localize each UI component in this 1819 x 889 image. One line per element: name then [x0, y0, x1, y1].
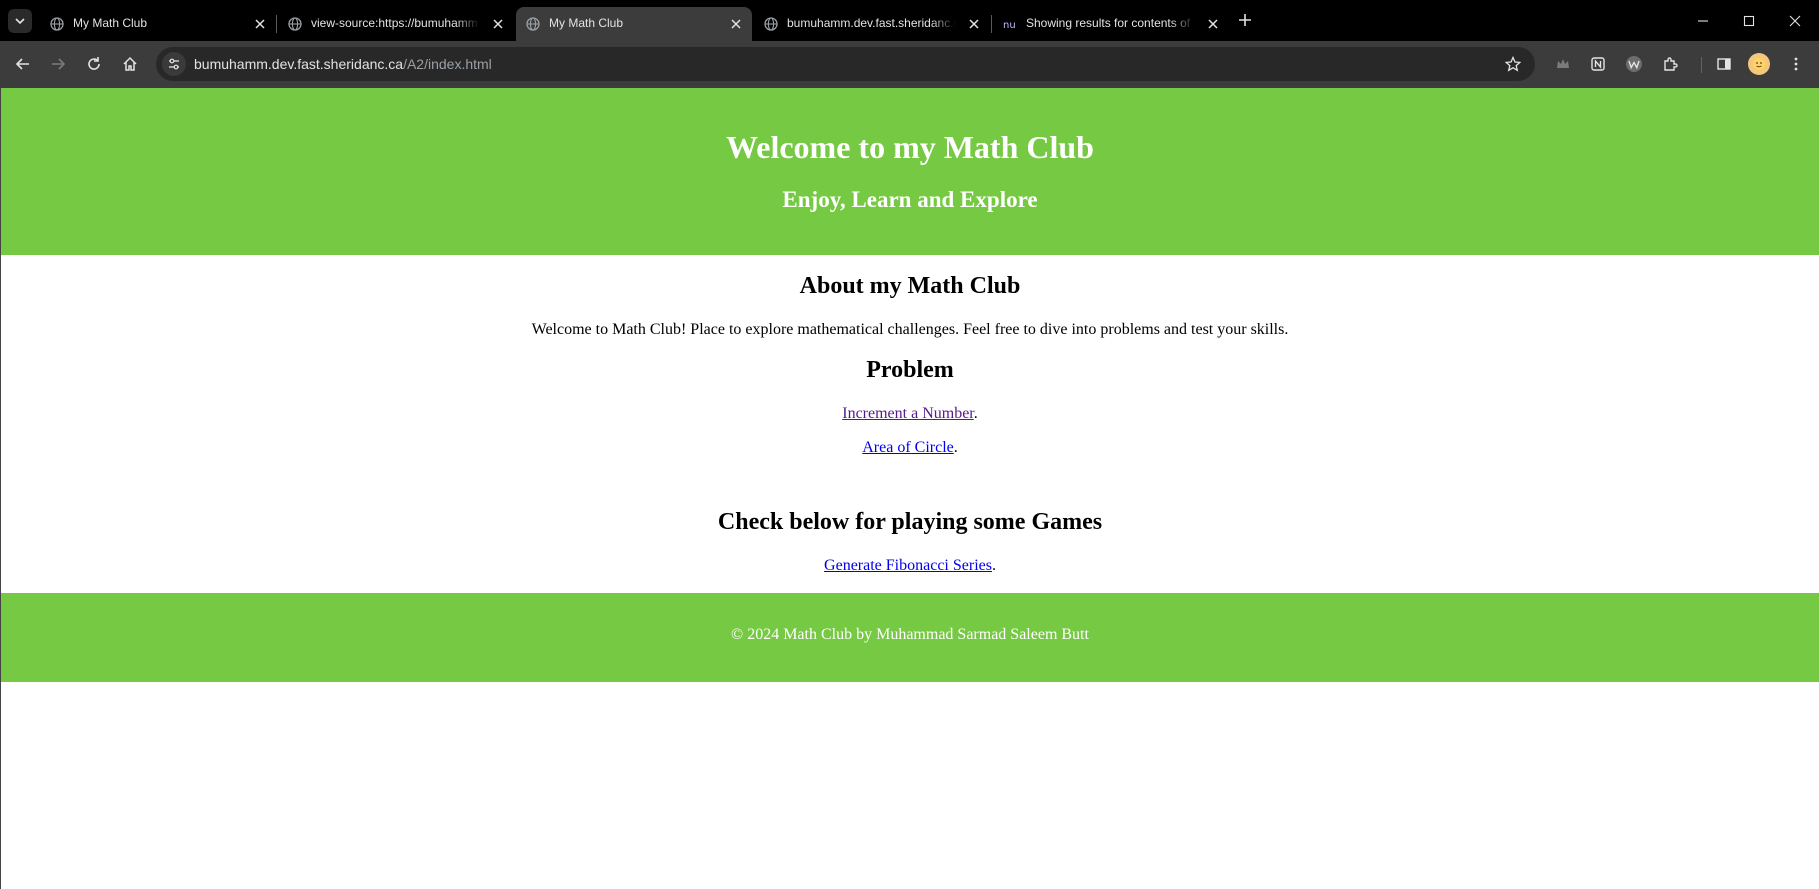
- close-icon[interactable]: [490, 16, 506, 32]
- star-icon: [1505, 56, 1521, 72]
- tab-strip: My Math Club view-source:https://bumuham…: [0, 0, 1819, 41]
- side-panel-icon: [1716, 56, 1732, 72]
- forward-button[interactable]: [46, 52, 70, 76]
- web-page: Welcome to my Math Club Enjoy, Learn and…: [0, 88, 1819, 889]
- home-button[interactable]: [118, 52, 142, 76]
- area-of-circle-link[interactable]: Area of Circle: [862, 439, 954, 456]
- notion-extension-icon: [1590, 56, 1606, 72]
- toolbar-divider: [1701, 57, 1702, 73]
- globe-icon: [50, 17, 64, 31]
- problem-link-row: Increment a Number.: [1, 405, 1819, 423]
- close-icon[interactable]: [252, 16, 268, 32]
- url-path: /A2/index.html: [403, 56, 492, 72]
- extension-icon: [1662, 56, 1678, 72]
- close-icon[interactable]: [728, 16, 744, 32]
- home-icon: [122, 56, 138, 72]
- browser-menu-button[interactable]: [1784, 52, 1808, 76]
- games-link-row: Generate Fibonacci Series.: [1, 557, 1819, 575]
- problem-link-row: Area of Circle.: [1, 439, 1819, 457]
- crown-extension-icon: [1555, 56, 1571, 72]
- profile-avatar[interactable]: [1748, 53, 1770, 75]
- tab-title: My Math Club: [73, 16, 148, 30]
- site-info-icon: [167, 57, 181, 71]
- minimize-button[interactable]: [1680, 0, 1726, 41]
- menu-icon: [1788, 56, 1804, 72]
- forward-icon: [50, 56, 66, 72]
- w-extension-icon: [1625, 55, 1643, 73]
- page-title: Welcome to my Math Club: [726, 129, 1094, 165]
- tab-separator: [991, 15, 992, 33]
- bookmark-button[interactable]: [1503, 54, 1523, 74]
- globe-icon: [288, 17, 302, 31]
- about-heading: About my Math Club: [799, 273, 1021, 299]
- close-icon: [1789, 15, 1801, 27]
- browser-toolbar: bumuhamm.dev.fast.sheridanc.ca/A2/index.…: [0, 41, 1819, 88]
- site-header: Welcome to my Math Club Enjoy, Learn and…: [1, 88, 1819, 255]
- back-icon: [15, 56, 31, 72]
- minimize-icon: [1697, 15, 1709, 27]
- games-heading: Check below for playing some Games: [717, 509, 1103, 535]
- globe-icon: [764, 17, 778, 31]
- avatar-icon: [1752, 57, 1766, 71]
- tab-list-button[interactable]: [8, 9, 32, 33]
- nu-favicon-icon: nu: [1003, 17, 1017, 31]
- close-icon[interactable]: [1205, 16, 1221, 32]
- increment-number-link[interactable]: Increment a Number: [842, 405, 974, 422]
- address-bar[interactable]: bumuhamm.dev.fast.sheridanc.ca/A2/index.…: [156, 47, 1535, 81]
- plus-icon: [1238, 13, 1252, 27]
- globe-icon: [526, 17, 540, 31]
- side-panel-button[interactable]: [1712, 52, 1736, 76]
- url-text: bumuhamm.dev.fast.sheridanc.ca/A2/index.…: [194, 56, 492, 72]
- reload-icon: [86, 56, 102, 72]
- maximize-button[interactable]: [1726, 0, 1772, 41]
- close-icon[interactable]: [966, 16, 982, 32]
- tab-list-icon: [14, 15, 26, 27]
- tab-4[interactable]: bumuhamm.dev.fast.sheridanc.ca: [754, 7, 990, 41]
- link-suffix: .: [991, 557, 996, 574]
- tab-title: bumuhamm.dev.fast.sheridanc.ca: [787, 16, 956, 30]
- tab-title: Showing results for contents of: [1026, 16, 1191, 30]
- fibonacci-series-link[interactable]: Generate Fibonacci Series: [824, 557, 992, 574]
- url-host: bumuhamm.dev.fast.sheridanc.ca: [194, 56, 404, 72]
- tab-separator: [276, 15, 277, 33]
- close-window-button[interactable]: [1772, 0, 1818, 41]
- back-button[interactable]: [11, 52, 35, 76]
- link-suffix: .: [953, 439, 958, 456]
- problem-heading: Problem: [866, 357, 954, 383]
- site-info-button[interactable]: [162, 52, 186, 76]
- new-tab-button[interactable]: [1235, 10, 1255, 30]
- svg-text:nu: nu: [1003, 20, 1016, 31]
- page-subtitle: Enjoy, Learn and Explore: [782, 187, 1038, 212]
- extensions-button[interactable]: [1658, 52, 1682, 76]
- tab-2[interactable]: view-source:https://bumuhamm: [278, 7, 514, 41]
- reload-button[interactable]: [82, 52, 106, 76]
- tab-3-active[interactable]: My Math Club: [516, 7, 752, 41]
- tab-title: My Math Club: [549, 16, 624, 30]
- tab-title: view-source:https://bumuhamm: [311, 16, 478, 30]
- extension-1-button[interactable]: [1551, 52, 1575, 76]
- tab-1[interactable]: My Math Club: [40, 7, 276, 41]
- footer-copyright: © 2024 Math Club by Muhammad Sarmad Sale…: [731, 626, 1089, 643]
- site-footer: © 2024 Math Club by Muhammad Sarmad Sale…: [1, 593, 1819, 682]
- maximize-icon: [1743, 15, 1755, 27]
- extension-3-button[interactable]: [1622, 52, 1646, 76]
- tab-5[interactable]: nu Showing results for contents of: [993, 7, 1229, 41]
- extension-2-button[interactable]: [1586, 52, 1610, 76]
- about-text: Welcome to Math Club! Place to explore m…: [531, 321, 1289, 338]
- link-suffix: .: [973, 405, 978, 422]
